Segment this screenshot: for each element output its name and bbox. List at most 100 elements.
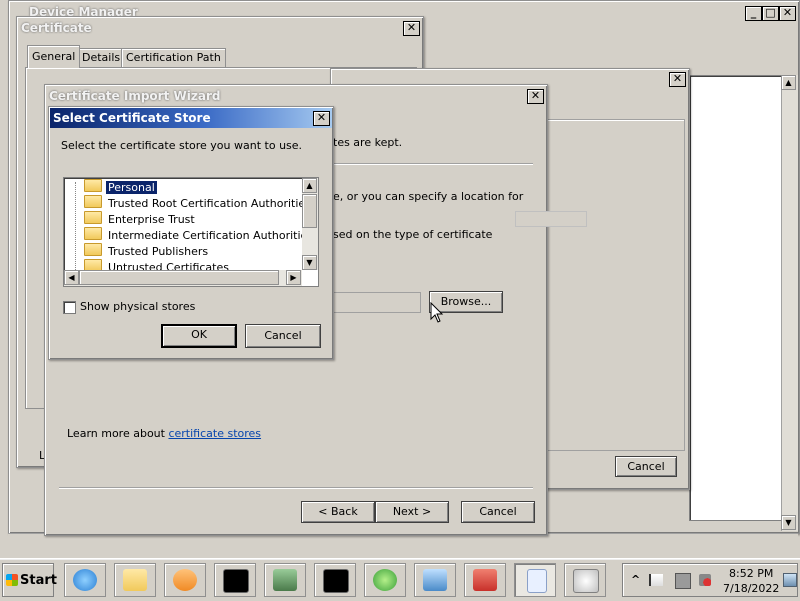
show-physical-stores-checkbox[interactable] (63, 301, 76, 314)
certificate-stores-link[interactable]: certificate stores (168, 427, 261, 440)
system-tray: ^ 8:52 PM 7/18/2022 (622, 563, 798, 597)
wizard-separator-top (333, 163, 533, 165)
certificate-titlebar: Certificate (18, 18, 422, 38)
back-button-label: < Back (318, 505, 358, 518)
scroll-up-icon: ▲ (785, 78, 792, 87)
taskbar-app-network-monitor[interactable] (264, 563, 306, 597)
store-dialog-cancel-button[interactable]: Cancel (615, 456, 677, 477)
tree-item-trusted-publishers[interactable]: Trusted Publishers (84, 243, 210, 259)
wizard-text-stores-kept: tes are kept. (333, 136, 403, 149)
import-wizard-close-button[interactable]: ✕ (527, 89, 544, 104)
volume-muted-icon[interactable] (699, 574, 711, 586)
taskbar-app-disk[interactable] (564, 563, 606, 597)
select-store-cancel-button[interactable]: Cancel (245, 324, 321, 348)
vertical-scrollbar[interactable] (781, 75, 798, 531)
wizard-separator-bottom (59, 487, 533, 489)
mouse-pointer-icon (430, 302, 444, 323)
folder-icon (84, 211, 102, 224)
scroll-right-icon: ▶ (290, 273, 297, 282)
taskbar-app-command-prompt-2[interactable] (314, 563, 356, 597)
learn-more-prefix: Learn more about (67, 427, 169, 440)
tree-item-enterprise-trust[interactable]: Enterprise Trust (84, 211, 197, 227)
taskbar-app-control-panel[interactable] (414, 563, 456, 597)
device-tree-panel (689, 75, 783, 521)
clock-date[interactable]: 7/18/2022 (723, 582, 779, 595)
tab-general-label: General (32, 50, 76, 63)
taskbar-app-document[interactable] (514, 563, 556, 597)
certificate-title: Certificate (21, 21, 92, 35)
tab-general[interactable]: General (27, 45, 81, 68)
close-button[interactable]: ✕ (779, 6, 796, 21)
show-desktop-icon[interactable] (783, 573, 797, 587)
scroll-down-icon: ▼ (306, 258, 313, 267)
taskbar-app-explorer[interactable] (114, 563, 156, 597)
network-icon[interactable] (675, 573, 691, 589)
folder-icon (123, 569, 147, 591)
tree-item-trusted-root[interactable]: Trusted Root Certification Authorities (84, 195, 313, 211)
wizard-text-type-of-certificate: sed on the type of certificate (333, 228, 493, 241)
tree-hscroll-thumb[interactable] (79, 270, 279, 285)
scroll-left-icon: ◀ (68, 273, 75, 282)
tab-details[interactable]: Details (77, 48, 126, 68)
minimize-icon: _ (750, 6, 757, 19)
close-icon: ✕ (530, 89, 541, 102)
tree-item-intermediate[interactable]: Intermediate Certification Authorities (84, 227, 315, 243)
minimize-button[interactable]: _ (745, 6, 762, 21)
next-button[interactable]: Next > (375, 501, 449, 523)
close-icon: ✕ (316, 111, 327, 124)
store-tree[interactable]: Personal Trusted Root Certification Auth… (63, 177, 319, 287)
show-physical-stores-label[interactable]: Show physical stores (80, 300, 195, 313)
scroll-up-icon: ▲ (306, 181, 313, 190)
document-icon (527, 569, 547, 593)
select-store-cancel-label: Cancel (264, 329, 302, 342)
tray-expand-icon[interactable]: ^ (631, 573, 640, 586)
folder-icon (84, 227, 102, 240)
tree-scroll-up-button[interactable]: ▲ (302, 178, 317, 193)
tree-item-label: Trusted Root Certification Authorities (108, 197, 311, 210)
learn-more-text: Learn more about certificate stores (67, 427, 261, 440)
wizard-cancel-button[interactable]: Cancel (461, 501, 535, 523)
wizard-hidden-field (515, 211, 587, 227)
folder-icon (84, 179, 102, 192)
scroll-up-button[interactable]: ▲ (781, 75, 796, 90)
wizard-cancel-label: Cancel (479, 505, 517, 518)
back-button[interactable]: < Back (301, 501, 375, 523)
tab-certification-path[interactable]: Certification Path (121, 48, 226, 68)
start-button[interactable]: Start (2, 563, 57, 597)
tree-scroll-left-button[interactable]: ◀ (64, 270, 79, 285)
certificate-store-field[interactable] (333, 292, 421, 313)
select-store-titlebar: Select Certificate Store (50, 108, 332, 128)
taskbar-app-windows[interactable] (364, 563, 406, 597)
taskbar-app-internet-explorer[interactable] (64, 563, 106, 597)
tree-item-label: Personal (105, 180, 158, 195)
tree-item-label: Intermediate Certification Authorities (108, 229, 314, 242)
select-store-instruction: Select the certificate store you want to… (61, 139, 303, 152)
import-wizard-title: Certificate Import Wizard (49, 89, 221, 103)
windows-logo-icon (6, 574, 18, 586)
tree-item-label: Enterprise Trust (108, 213, 195, 226)
tree-guide-line (75, 182, 76, 274)
select-store-dialog: Select Certificate Store ✕ Select the ce… (48, 106, 334, 360)
taskbar-app-media-player[interactable] (164, 563, 206, 597)
store-dialog-close-button[interactable]: ✕ (669, 72, 686, 87)
import-wizard-titlebar: Certificate Import Wizard (46, 86, 546, 106)
tab-details-label: Details (82, 51, 121, 64)
tree-scroll-right-button[interactable]: ▶ (286, 270, 301, 285)
taskbar-app-toolbox[interactable] (464, 563, 506, 597)
select-store-close-button[interactable]: ✕ (313, 111, 330, 126)
maximize-button[interactable]: □ (762, 6, 779, 21)
flag-icon[interactable] (649, 574, 663, 586)
command-prompt-icon (223, 569, 249, 593)
command-prompt-icon (323, 569, 349, 593)
ok-button[interactable]: OK (161, 324, 237, 348)
tree-scroll-down-button[interactable]: ▼ (302, 255, 317, 270)
toolbox-icon (473, 569, 497, 591)
tree-item-personal[interactable]: Personal (84, 179, 158, 195)
folder-icon (84, 195, 102, 208)
close-icon: ✕ (672, 72, 683, 85)
certificate-close-button[interactable]: ✕ (403, 21, 420, 36)
clock-time[interactable]: 8:52 PM (729, 567, 773, 580)
taskbar-app-command-prompt-1[interactable] (214, 563, 256, 597)
tree-scroll-thumb[interactable] (302, 194, 317, 228)
scroll-down-button[interactable]: ▼ (781, 515, 796, 530)
